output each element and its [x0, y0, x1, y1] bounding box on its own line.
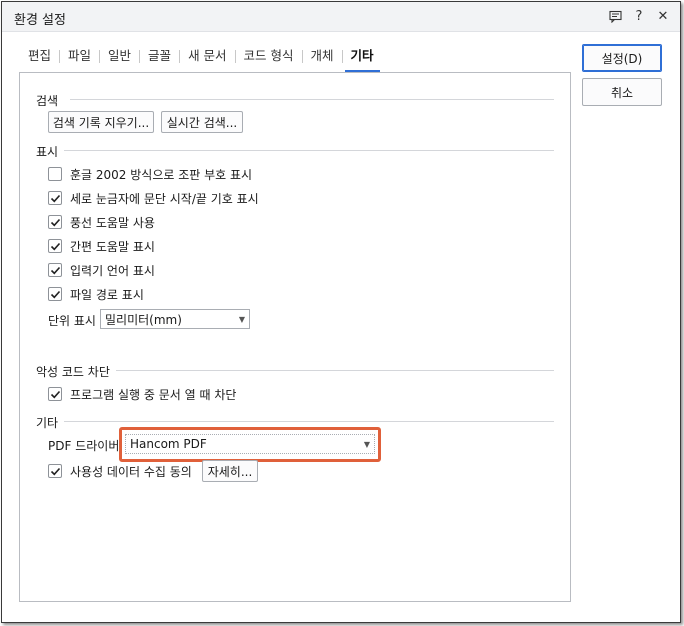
tab-edit[interactable]: 편집 — [20, 46, 59, 72]
option-row[interactable]: 입력기 언어 표시 — [48, 261, 155, 279]
checkbox[interactable] — [48, 167, 62, 181]
tab-code-format[interactable]: 코드 형식 — [236, 46, 302, 72]
title-bar: 환경 설정 ? ✕ — [2, 2, 680, 32]
unit-select-value: 밀리미터(mm) — [105, 312, 182, 327]
option-row[interactable]: 세로 눈금자에 문단 시작/끝 기호 표시 — [48, 189, 259, 207]
tab-object[interactable]: 개체 — [303, 46, 342, 72]
option-row[interactable]: 파일 경로 표시 — [48, 285, 144, 303]
tab-general[interactable]: 일반 — [100, 46, 139, 72]
unit-select[interactable]: 밀리미터(mm) ▼ — [100, 309, 250, 329]
pdf-driver-select[interactable]: Hancom PDF ▼ — [125, 434, 375, 454]
tab-file[interactable]: 파일 — [60, 46, 99, 72]
details-button[interactable]: 자세히... — [202, 460, 258, 482]
option-row[interactable]: 간편 도움말 표시 — [48, 237, 155, 255]
settings-panel: 검색 검색 기록 지우기... 실시간 검색... 표시 훈글 2002 방식으… — [19, 72, 571, 602]
ok-button[interactable]: 설정(D) — [582, 44, 662, 72]
option-label: 풍선 도움말 사용 — [70, 215, 155, 230]
checkbox-checked[interactable] — [48, 464, 62, 478]
checkbox-checked[interactable] — [48, 215, 62, 229]
cancel-button[interactable]: 취소 — [582, 78, 662, 106]
section-title-etc: 기타 — [36, 416, 59, 430]
help-icon[interactable]: ? — [632, 8, 646, 24]
option-row[interactable]: 풍선 도움말 사용 — [48, 213, 155, 231]
unit-label: 단위 표시 — [48, 314, 96, 328]
realtime-search-button[interactable]: 실시간 검색... — [161, 111, 243, 133]
tab-new-document[interactable]: 새 문서 — [180, 46, 234, 72]
checkbox-checked[interactable] — [48, 239, 62, 253]
tab-bar: 편집 파일 일반 글꼴 새 문서 코드 형식 개체 기타 — [20, 46, 382, 72]
option-label: 세로 눈금자에 문단 시작/끝 기호 표시 — [70, 191, 259, 206]
chevron-down-icon: ▼ — [363, 439, 371, 449]
section-divider — [116, 370, 554, 371]
option-label: 입력기 언어 표시 — [70, 263, 155, 278]
close-icon[interactable]: ✕ — [656, 8, 670, 24]
option-label: 훈글 2002 방식으로 조판 부호 표시 — [70, 167, 253, 182]
option-row[interactable]: 사용성 데이터 수집 동의 — [48, 462, 192, 480]
tab-font[interactable]: 글꼴 — [140, 46, 179, 72]
pdf-driver-label: PDF 드라이버 — [48, 439, 120, 453]
window-title: 환경 설정 — [14, 13, 66, 28]
checkbox-checked[interactable] — [48, 263, 62, 277]
section-divider — [64, 421, 554, 422]
section-title-malware: 악성 코드 차단 — [36, 365, 110, 379]
checkbox-checked[interactable] — [48, 191, 62, 205]
clear-search-history-button[interactable]: 검색 기록 지우기... — [48, 111, 154, 133]
option-label: 간편 도움말 표시 — [70, 239, 155, 254]
pdf-driver-value: Hancom PDF — [130, 437, 207, 451]
option-label: 프로그램 실행 중 문서 열 때 차단 — [70, 387, 237, 402]
chevron-down-icon: ▼ — [238, 314, 246, 324]
checkbox-checked[interactable] — [48, 387, 62, 401]
comment-icon[interactable] — [608, 8, 622, 24]
section-title-display: 표시 — [36, 145, 59, 159]
option-label: 사용성 데이터 수집 동의 — [70, 464, 192, 479]
option-row[interactable]: 훈글 2002 방식으로 조판 부호 표시 — [48, 165, 252, 183]
option-row[interactable]: 프로그램 실행 중 문서 열 때 차단 — [48, 385, 236, 403]
settings-dialog: 환경 설정 ? ✕ 편집 파일 일반 글꼴 새 문서 코드 형식 개체 기타 설… — [1, 1, 681, 623]
tab-etc[interactable]: 기타 — [343, 46, 382, 72]
checkbox-checked[interactable] — [48, 287, 62, 301]
option-label: 파일 경로 표시 — [70, 287, 144, 302]
section-divider — [64, 150, 554, 151]
section-divider — [70, 99, 554, 100]
section-title-search: 검색 — [36, 94, 59, 108]
